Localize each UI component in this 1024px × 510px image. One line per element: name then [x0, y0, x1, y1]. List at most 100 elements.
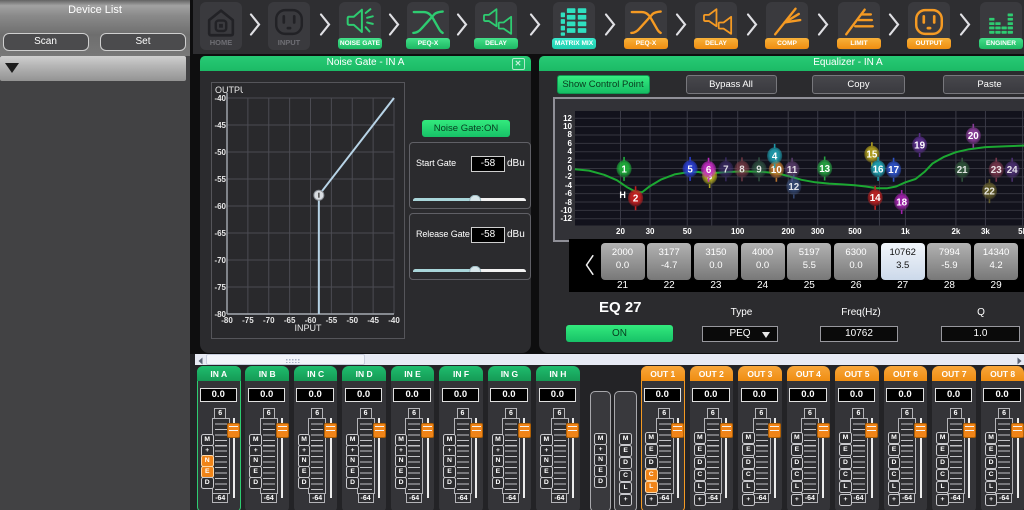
toolbar-block-peq-x[interactable]: PEQ-X [407, 2, 449, 51]
channel-button-c[interactable]: C [985, 469, 998, 481]
equalizer-titlebar[interactable]: Equalizer - IN A [539, 56, 1024, 71]
channel-strip-in-g[interactable]: IN G0.06-64M+NED [488, 366, 532, 510]
channel-button-d[interactable]: D [201, 477, 214, 489]
toolbar-block-enginer[interactable]: ENGINER [980, 2, 1022, 51]
channel-value[interactable]: 0.0 [789, 388, 827, 402]
channel-button-l[interactable]: L [694, 481, 707, 493]
channel-strip-out-8[interactable]: OUT 80.06-64MEDCL+ [981, 366, 1024, 510]
output-master-panel[interactable]: MEDCL+ [614, 391, 636, 510]
channel-value[interactable]: 0.0 [393, 388, 431, 402]
channel-value[interactable]: 0.0 [248, 388, 286, 402]
channel-button-e[interactable]: E [985, 444, 998, 456]
bus-button-m[interactable]: M [619, 433, 632, 445]
noise-gate-plot[interactable] [212, 83, 404, 338]
channel-button-c[interactable]: C [936, 469, 949, 481]
toolbar-block-peq-x-out[interactable]: PEQ-X [625, 2, 667, 51]
channel-strip-out-7[interactable]: OUT 70.06-64MEDCL+ [932, 366, 976, 510]
input-master-panel[interactable]: M+NED [590, 391, 612, 510]
start-gate-value[interactable]: -58 [471, 156, 505, 172]
noise-gate-on-button[interactable]: Noise Gate:ON [422, 120, 510, 137]
scroll-right-arrow-icon[interactable] [1013, 354, 1024, 366]
eq-band-cell-25[interactable]: 51975.5 [787, 243, 831, 280]
eq-button-bypass-all[interactable]: Bypass All [686, 75, 777, 94]
eq-button-copy[interactable]: Copy [812, 75, 905, 94]
channel-button-d[interactable]: D [985, 457, 998, 469]
channel-button-d[interactable]: D [936, 457, 949, 469]
channel-button-e[interactable]: E [936, 444, 949, 456]
fader-handle[interactable] [421, 423, 434, 438]
eq-button-paste[interactable]: Paste [943, 75, 1024, 94]
set-button[interactable]: Set [100, 33, 186, 51]
channel-button-m[interactable]: M [791, 432, 804, 444]
channel-button-plus[interactable]: + [888, 494, 901, 506]
bus-button-d[interactable]: D [594, 476, 607, 488]
channel-button-e[interactable]: E [645, 444, 658, 456]
mixer-scrollbar[interactable] [195, 354, 1024, 366]
eq-on-button[interactable]: ON [566, 325, 673, 342]
channel-button-c[interactable]: C [694, 469, 707, 481]
channel-strip-out-5[interactable]: OUT 50.06-64MEDCL+ [835, 366, 879, 510]
channel-button-l[interactable]: L [791, 481, 804, 493]
fader-handle[interactable] [324, 423, 337, 438]
channel-strip-in-a[interactable]: IN A0.06-64M+NED [197, 366, 241, 510]
bus-button-c[interactable]: C [619, 470, 632, 482]
eq-band-cell-22[interactable]: 3177-4.7 [647, 243, 691, 280]
channel-button-e[interactable]: E [742, 444, 755, 456]
toolbar-block-home[interactable]: HOME [200, 2, 242, 51]
channel-button-c[interactable]: C [645, 469, 658, 481]
channel-button-d[interactable]: D [249, 477, 262, 489]
eq-band-cell-28[interactable]: 7994-5.9 [927, 243, 971, 280]
fader-handle[interactable] [671, 423, 684, 438]
eq-band-cell-23[interactable]: 31500.0 [694, 243, 738, 280]
channel-value[interactable]: 0.0 [539, 388, 577, 402]
eq-band-cell-29[interactable]: 143404.2 [974, 243, 1018, 280]
eq-button-show-control-point[interactable]: Show Control Point [557, 75, 650, 94]
toolbar-block-noise-gate[interactable]: NOISE GATE [339, 2, 381, 51]
channel-value[interactable]: 0.0 [983, 388, 1021, 402]
channel-button-c[interactable]: C [888, 469, 901, 481]
channel-button-l[interactable]: L [839, 481, 852, 493]
freq-input[interactable]: 10762 [820, 326, 898, 342]
channel-button-m[interactable]: M [888, 432, 901, 444]
channel-button-m[interactable]: M [694, 432, 707, 444]
channel-value[interactable]: 0.0 [200, 388, 238, 402]
channel-button-m[interactable]: M [985, 432, 998, 444]
scrollbar-thumb[interactable] [206, 354, 366, 365]
channel-button-l[interactable]: L [985, 481, 998, 493]
channel-button-d[interactable]: D [395, 477, 408, 489]
start-gate-slider[interactable] [413, 195, 526, 201]
channel-button-d[interactable]: D [492, 477, 505, 489]
toolbar-block-input[interactable]: INPUT [268, 2, 310, 51]
toolbar-block-delay[interactable]: DELAY [475, 2, 517, 51]
bus-button-l[interactable]: L [619, 482, 632, 494]
channel-value[interactable]: 0.0 [692, 388, 730, 402]
channel-value[interactable]: 0.0 [296, 388, 334, 402]
type-select[interactable]: PEQ [702, 326, 778, 342]
release-gate-value[interactable]: -58 [471, 227, 505, 243]
channel-value[interactable]: 0.0 [345, 388, 383, 402]
channel-button-l[interactable]: L [888, 481, 901, 493]
channel-button-d[interactable]: D [742, 457, 755, 469]
channel-button-d[interactable]: D [298, 477, 311, 489]
toolbar-block-output-out[interactable]: OUTPUT [908, 2, 950, 51]
channel-button-l[interactable]: L [645, 481, 658, 493]
noise-gate-titlebar[interactable]: Noise Gate - IN A [200, 56, 531, 71]
fader-handle[interactable] [518, 423, 531, 438]
channel-strip-in-h[interactable]: IN H0.06-64M+NED [536, 366, 580, 510]
channel-button-plus[interactable]: + [694, 494, 707, 506]
fader-handle[interactable] [276, 423, 289, 438]
scan-button[interactable]: Scan [3, 33, 89, 51]
channel-button-plus[interactable]: + [742, 494, 755, 506]
channel-value[interactable]: 0.0 [838, 388, 876, 402]
release-gate-slider[interactable] [413, 266, 526, 272]
channel-button-e[interactable]: E [694, 444, 707, 456]
channel-button-d[interactable]: D [694, 457, 707, 469]
channel-strip-in-c[interactable]: IN C0.06-64M+NED [294, 366, 338, 510]
eq-band-cell-24[interactable]: 40000.0 [741, 243, 785, 280]
channel-button-e[interactable]: E [888, 444, 901, 456]
channel-button-plus[interactable]: + [791, 494, 804, 506]
channel-value[interactable]: 0.0 [741, 388, 779, 402]
channel-button-d[interactable]: D [540, 477, 553, 489]
channel-button-e[interactable]: E [791, 444, 804, 456]
fader-handle[interactable] [914, 423, 927, 438]
